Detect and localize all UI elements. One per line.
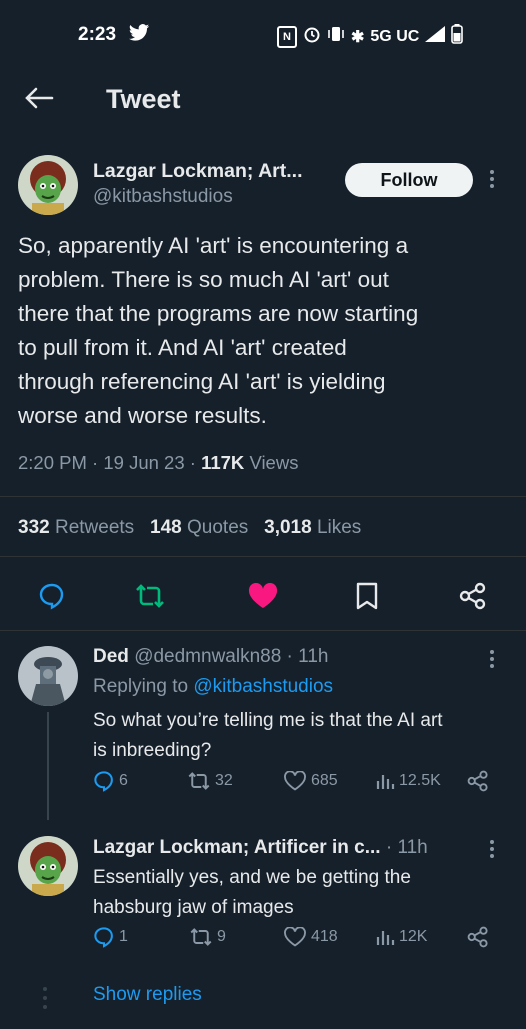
likes-label: Likes <box>316 517 362 538</box>
retweets-label: Retweets <box>54 517 135 538</box>
quotes-count: 148 <box>150 517 182 538</box>
tweet-stats: 332 Retweets 148 Quotes 3,018 Likes <box>18 517 361 539</box>
like-count-button[interactable]: 685 <box>283 771 338 791</box>
bookmark-icon[interactable] <box>355 582 379 615</box>
twitter-bird-icon <box>128 23 150 48</box>
retweet-count-button[interactable]: 9 <box>189 927 226 947</box>
replying-to-handle[interactable]: @kitbashstudios <box>193 676 333 697</box>
tweet-text: So, apparently AI 'art' is encountering … <box>18 233 419 428</box>
view-count: 12.5K <box>399 772 441 789</box>
reply-action-bar: 1 9 418 12K <box>0 926 526 965</box>
retweet-count: 32 <box>215 772 233 789</box>
replying-to: Replying to @kitbashstudios <box>93 676 333 698</box>
divider <box>0 496 526 497</box>
views-count: 117K <box>201 452 245 473</box>
reply-author-name[interactable]: Ded <box>93 646 129 667</box>
like-count-button[interactable]: 418 <box>283 927 338 947</box>
avatar[interactable] <box>18 155 78 215</box>
vibrate-icon <box>327 25 345 48</box>
reply-header: Ded @dedmnwalkn88 · 11h <box>93 646 329 667</box>
retweet-count: 9 <box>217 928 226 945</box>
divider <box>0 630 526 631</box>
reply-age: 11h <box>397 837 428 858</box>
back-button[interactable] <box>22 84 58 112</box>
reply-count: 1 <box>119 928 128 945</box>
retweet-icon <box>188 772 210 790</box>
page-title: Tweet <box>106 84 181 114</box>
view-count-button[interactable]: 12K <box>375 927 427 947</box>
status-bar: 2:23 N ✱ 5G UC <box>0 0 526 70</box>
reply-author-name[interactable]: Lazgar Lockman; Artificer in c... <box>93 837 381 858</box>
more-options-icon[interactable] <box>490 170 494 188</box>
view-count-button[interactable]: 12.5K <box>375 771 441 791</box>
reply-author-handle[interactable]: @dedmnwalkn88 <box>134 646 281 667</box>
reply-icon <box>94 771 113 792</box>
views-icon <box>376 775 395 789</box>
more-options-icon[interactable] <box>490 840 494 858</box>
alarm-icon <box>303 25 321 48</box>
reply-action-bar: 6 32 685 12.5K <box>0 770 526 809</box>
tweet-action-bar <box>0 568 526 620</box>
show-replies-link[interactable]: Show replies <box>93 984 202 1006</box>
status-time: 2:23 <box>78 24 117 45</box>
like-outline-icon <box>284 771 306 791</box>
quotes-stat[interactable]: 148 Quotes <box>150 517 248 538</box>
signal-icon <box>425 26 446 47</box>
author-handle[interactable]: @kitbashstudios <box>93 186 233 208</box>
share-icon[interactable] <box>467 770 489 792</box>
reply-count: 6 <box>119 772 128 789</box>
battery-icon <box>451 24 464 49</box>
divider <box>0 556 526 557</box>
back-arrow-icon <box>25 87 54 109</box>
retweets-count: 332 <box>18 517 50 538</box>
bluetooth-icon: ✱ <box>351 28 365 46</box>
tweet-time: 2:20 PM <box>18 452 87 473</box>
like-count: 685 <box>311 772 338 789</box>
view-count: 12K <box>399 928 428 945</box>
follow-button[interactable]: Follow <box>345 163 473 197</box>
tweet-date: 19 Jun 23 <box>103 452 185 473</box>
retweet-count-button[interactable]: 32 <box>187 771 233 791</box>
nfc-icon: N <box>277 25 297 48</box>
tweet-meta: 2:20 PM · 19 Jun 23 · 117K Views <box>18 452 299 473</box>
reply-icon <box>94 927 113 948</box>
views-icon <box>376 931 395 945</box>
like-outline-icon <box>284 927 306 947</box>
author-name[interactable]: Lazgar Lockman; Art... <box>93 160 302 183</box>
avatar[interactable] <box>18 646 78 706</box>
reply-text: Essentially yes, and we be getting the h… <box>93 867 411 918</box>
thread-dots <box>42 986 48 1015</box>
reply-icon[interactable] <box>38 582 66 615</box>
reply-header: Lazgar Lockman; Artificer in c... · 11h <box>93 837 428 858</box>
avatar[interactable] <box>18 836 78 896</box>
reply-count-button[interactable]: 1 <box>93 926 128 948</box>
reply-text: So what you’re telling me is that the AI… <box>93 710 443 761</box>
views-label: Views <box>249 452 299 473</box>
share-icon[interactable] <box>459 582 487 615</box>
retweet-icon <box>190 928 212 946</box>
network-label: 5G UC <box>370 27 420 45</box>
replying-to-label: Replying to <box>93 676 189 697</box>
share-icon[interactable] <box>467 926 489 948</box>
reply-count-button[interactable]: 6 <box>93 770 128 792</box>
more-options-icon[interactable] <box>490 650 494 668</box>
retweet-icon[interactable] <box>134 583 166 614</box>
retweets-stat[interactable]: 332 Retweets <box>18 517 134 538</box>
like-count: 418 <box>311 928 338 945</box>
likes-count: 3,018 <box>264 517 312 538</box>
likes-stat[interactable]: 3,018 Likes <box>264 517 361 538</box>
status-icons: N ✱ 5G UC <box>277 24 464 49</box>
reply-age: 11h <box>298 646 329 667</box>
like-icon[interactable] <box>248 582 278 614</box>
quotes-label: Quotes <box>187 517 249 538</box>
